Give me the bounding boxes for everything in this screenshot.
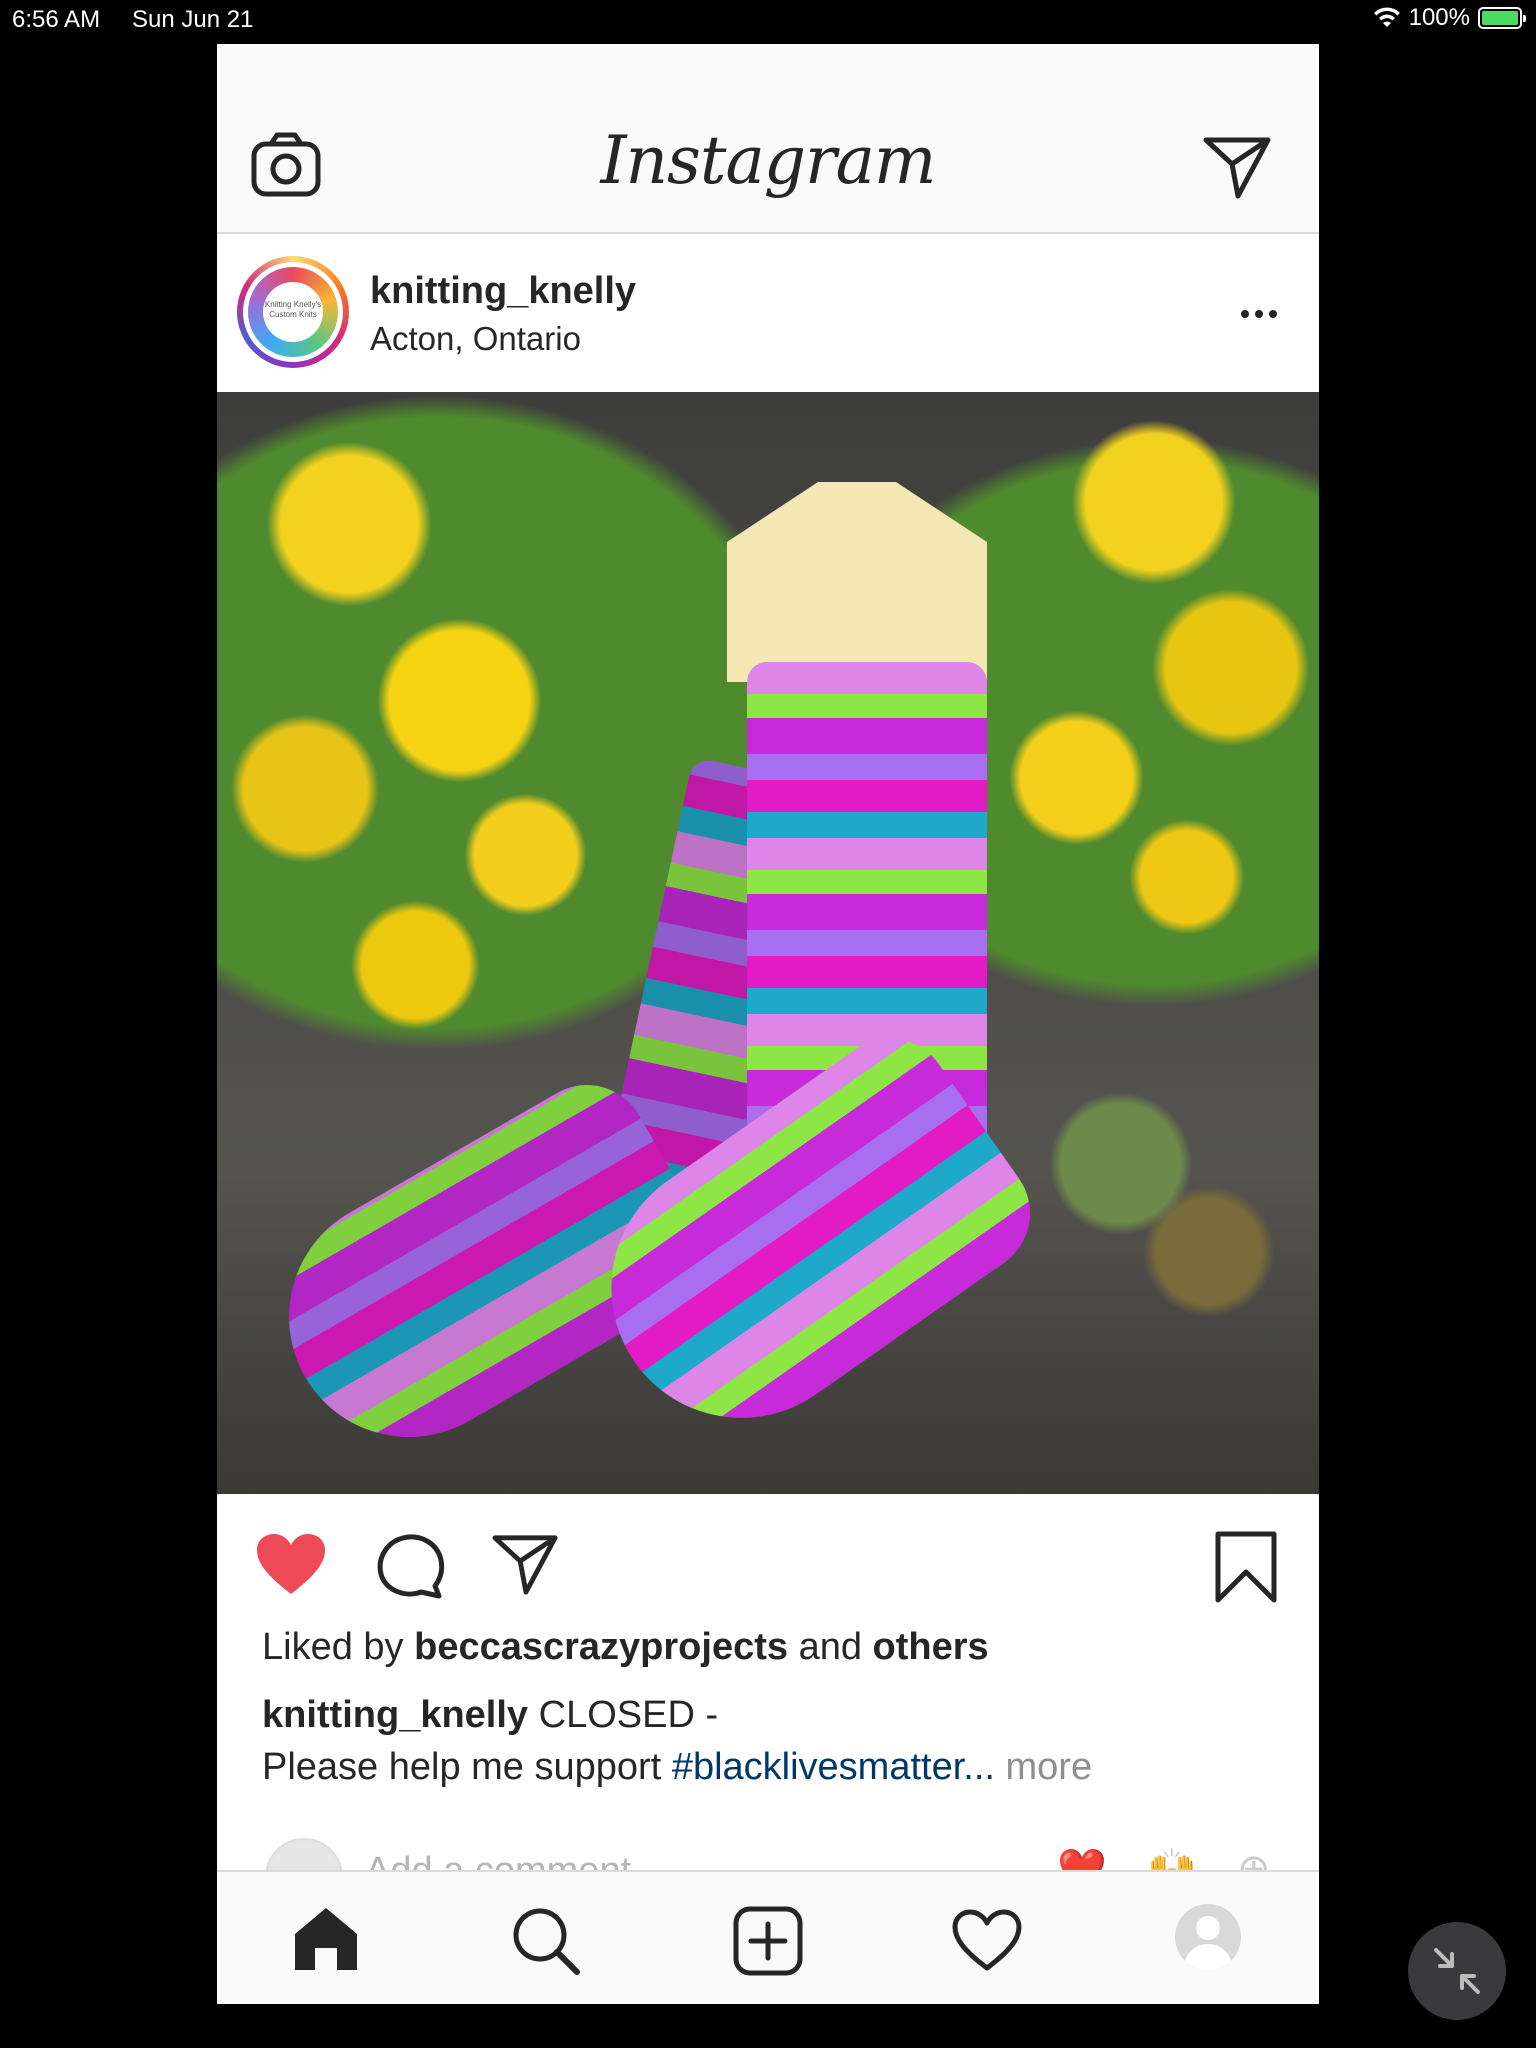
sock-blocker [727,482,987,682]
more-options-icon[interactable] [1241,310,1277,318]
activity-heart-icon[interactable] [951,1908,1023,1972]
status-right: 100% [1373,4,1526,32]
status-time: 6:56 AM [12,6,101,33]
caption-line2-text: Please help me support [262,1746,662,1788]
poster-avatar[interactable]: Knitting Knelly's Custom Knits [237,256,349,368]
status-bar: 6:56 AM Sun Jun 21 100% [0,0,1536,40]
post-photo[interactable] [217,392,1319,1494]
post-header: Knitting Knelly's Custom Knits knitting_… [217,234,1319,392]
like-heart-icon[interactable] [255,1532,327,1596]
bottom-nav [217,1870,1319,2004]
top-nav: Instagram [217,44,1319,234]
battery-charging-icon [1478,7,1526,29]
liked-by[interactable]: Liked by beccascrazyprojects and others [262,1626,989,1669]
post-actions [217,1494,1319,1624]
exit-fullscreen-button[interactable] [1408,1922,1506,2020]
profile-avatar[interactable] [1175,1904,1241,1970]
new-post-icon[interactable] [733,1906,803,1976]
search-icon[interactable] [511,1906,581,1976]
comment-icon[interactable] [375,1530,445,1600]
caption-text: CLOSED - [538,1694,719,1736]
post-location[interactable]: Acton, Ontario [370,320,581,358]
avatar-text: Knitting Knelly's Custom Knits [263,282,323,342]
status-date: Sun Jun 21 [132,6,254,33]
liked-by-prefix: Liked by [262,1626,404,1668]
share-icon[interactable] [490,1532,560,1596]
battery-percent: 100% [1408,4,1470,31]
caption-more-link[interactable]: more [1006,1746,1093,1788]
post-username[interactable]: knitting_knelly [370,270,636,313]
caption-line-1: knitting_knelly CLOSED - [262,1694,718,1737]
wifi-icon [1373,7,1400,27]
bookmark-icon[interactable] [1214,1530,1278,1604]
caption-line-2: Please help me support #blacklivesmatter… [262,1746,1092,1789]
liked-by-mid: and [798,1626,862,1668]
collapse-arrows-icon [1434,1948,1480,1994]
home-icon[interactable] [291,1904,361,1974]
liked-by-user[interactable]: beccascrazyprojects [414,1626,788,1668]
liked-by-others[interactable]: others [873,1626,989,1668]
direct-message-icon[interactable] [1202,134,1272,200]
caption-username[interactable]: knitting_knelly [262,1694,528,1736]
caption-hashtag[interactable]: #blacklivesmatter... [672,1746,995,1788]
instagram-logo[interactable]: Instagram [217,122,1319,199]
instagram-app: Instagram Knitting Knelly's Custom Knits… [217,44,1319,2004]
